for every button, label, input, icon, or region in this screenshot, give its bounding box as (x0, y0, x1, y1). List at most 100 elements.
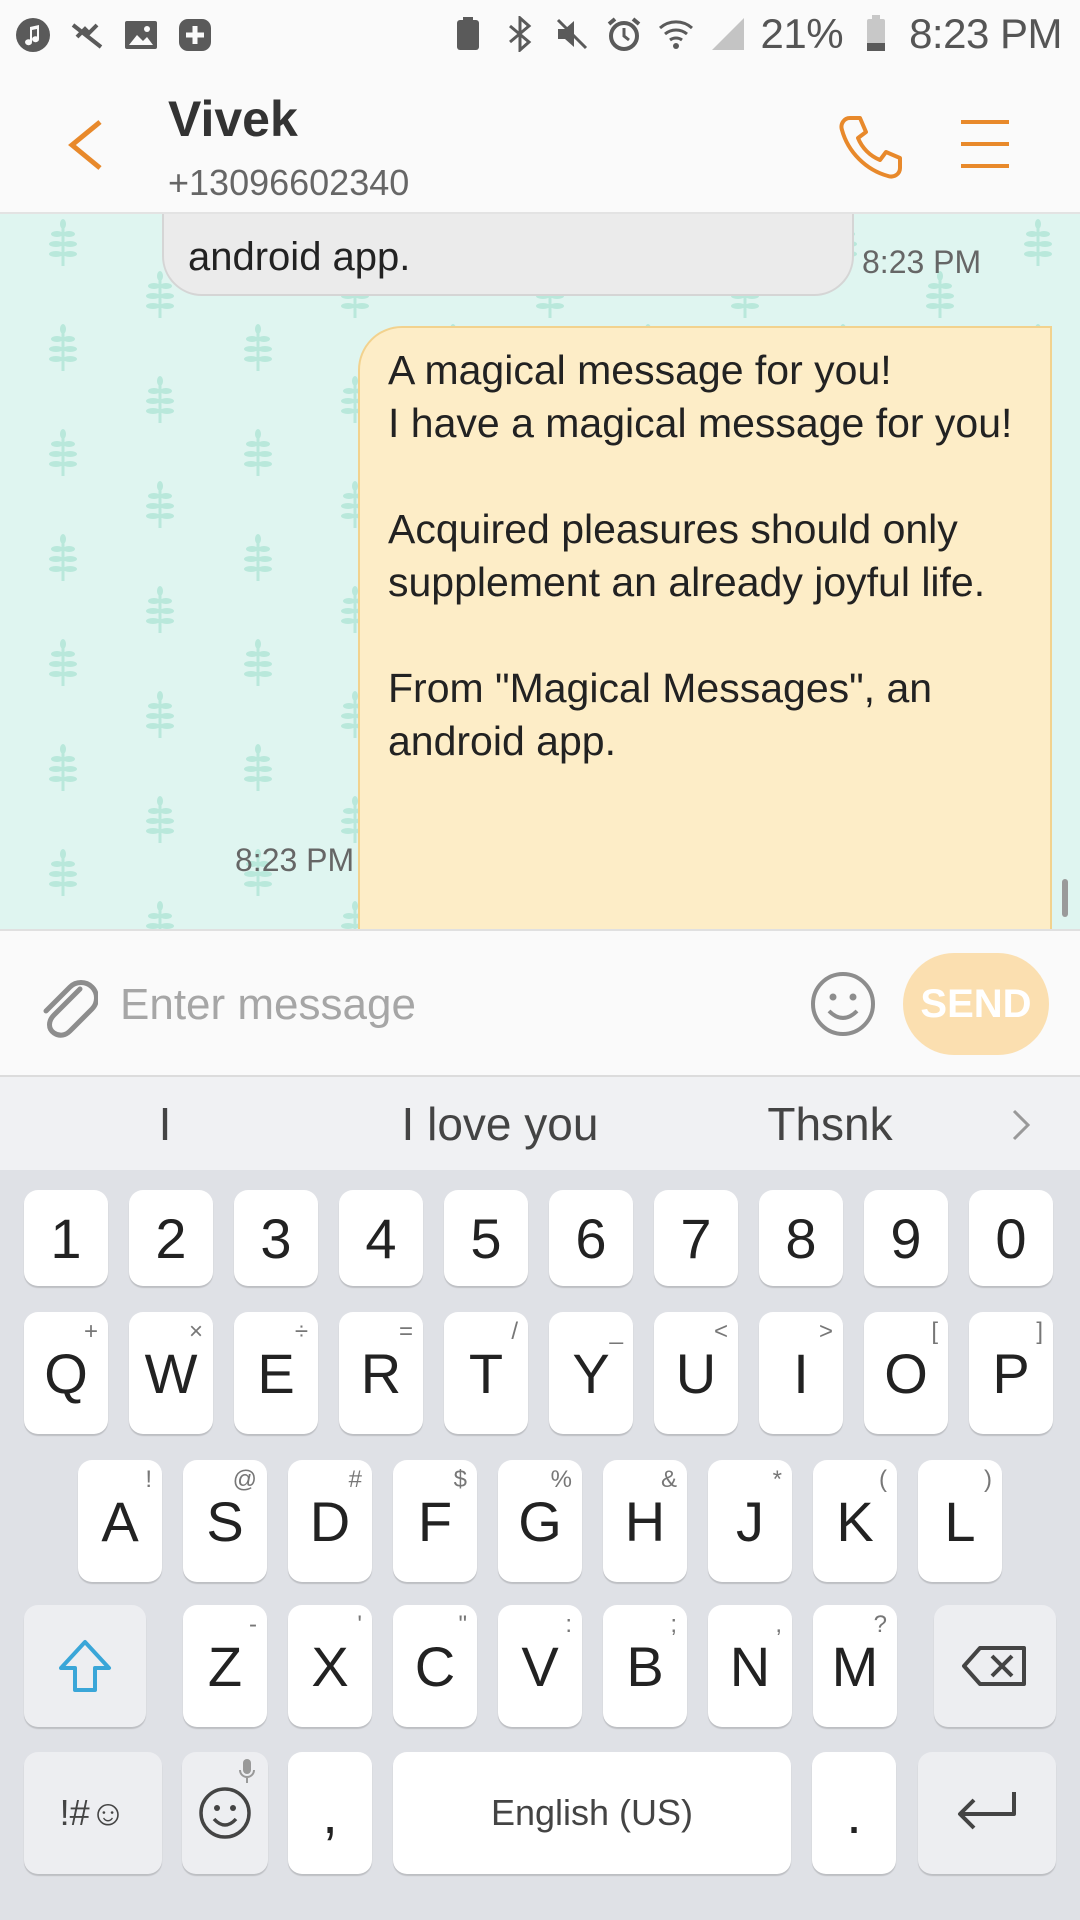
key-g[interactable]: G% (498, 1460, 582, 1582)
suggestion-3[interactable]: Thsnk (730, 1097, 930, 1151)
key-t[interactable]: T / (444, 1312, 528, 1434)
emoji-button[interactable] (808, 969, 878, 1039)
key-h-secondary-label: & (660, 1466, 677, 1493)
comma-key[interactable]: , (288, 1752, 372, 1874)
symbols-key[interactable]: !#☺ (24, 1752, 162, 1874)
key-8[interactable]: 8 (759, 1190, 843, 1286)
send-button[interactable]: SEND (903, 953, 1049, 1055)
sync-off-icon (68, 16, 106, 54)
call-button[interactable] (836, 112, 906, 182)
key-5[interactable]: 5 (444, 1190, 528, 1286)
music-note-icon (14, 16, 52, 54)
key-9[interactable]: 9 (864, 1190, 948, 1286)
key-s[interactable]: S @ (183, 1460, 267, 1582)
shift-key[interactable] (24, 1605, 146, 1727)
outgoing-message-bubble[interactable]: A magical message for you! I have a magi… (358, 326, 1052, 929)
key-2[interactable]: 2 (129, 1190, 213, 1286)
key-y[interactable]: Y _ (549, 1312, 633, 1434)
key-v[interactable]: V: (498, 1605, 582, 1727)
key-u-secondary-label: < (713, 1318, 728, 1345)
smiley-icon (199, 1787, 251, 1839)
key-s-secondary-label: @ (232, 1466, 257, 1493)
image-icon (122, 16, 160, 54)
key-z[interactable]: Z- (183, 1605, 267, 1727)
key-k-secondary-label: ( (879, 1466, 887, 1493)
key-k[interactable]: K( (813, 1460, 897, 1582)
key-i[interactable]: I > (759, 1312, 843, 1434)
microphone-icon (239, 1759, 255, 1783)
key-h[interactable]: H & (603, 1460, 687, 1582)
period-key-label: . (846, 1781, 862, 1845)
key-e[interactable]: E ÷ (234, 1312, 318, 1434)
space-bar[interactable]: English (US) (393, 1752, 791, 1874)
key-o-secondary-label: [ (931, 1318, 938, 1345)
message-line: A magical message for you! (388, 347, 892, 393)
emoji-key[interactable] (182, 1752, 268, 1874)
key-a-label: A (101, 1489, 139, 1553)
key-u-label: U (675, 1341, 717, 1405)
key-m[interactable]: M? (813, 1605, 897, 1727)
incoming-message-bubble[interactable]: android app. (162, 214, 854, 296)
key-f-label: F (417, 1489, 453, 1553)
key-y-label: Y (572, 1341, 610, 1405)
key-6[interactable]: 6 (549, 1190, 633, 1286)
key-4[interactable]: 4 (339, 1190, 423, 1286)
key-d-secondary-label: # (348, 1466, 362, 1493)
battery-saver-icon (449, 15, 487, 53)
key-x-secondary-label: ' (357, 1611, 362, 1638)
key-d[interactable]: D # (288, 1460, 372, 1582)
key-l[interactable]: L) (918, 1460, 1002, 1582)
key-n[interactable]: N, (708, 1605, 792, 1727)
key-r[interactable]: R = (339, 1312, 423, 1434)
message-list[interactable]: android app. 8:23 PM A magical message f… (0, 214, 1080, 929)
battery-percent: 21% (760, 10, 844, 57)
key-k-label: K (836, 1489, 874, 1553)
back-button[interactable] (60, 110, 120, 180)
key-c[interactable]: C " (393, 1605, 477, 1727)
key-1[interactable]: 1 (24, 1190, 108, 1286)
menu-button[interactable] (955, 114, 1015, 174)
key-j-label: J (736, 1489, 764, 1553)
key-x-label: X (311, 1634, 349, 1698)
incoming-message-text: android app. (188, 235, 411, 279)
signal-icon (709, 15, 747, 53)
enter-key[interactable] (918, 1752, 1056, 1874)
plus-circle-icon (176, 16, 214, 54)
compose-bar: SEND (0, 929, 1080, 1075)
key-5-label: 5 (470, 1206, 502, 1270)
key-o[interactable]: O[ (864, 1312, 948, 1434)
suggestion-2[interactable]: I love you (370, 1097, 630, 1151)
key-u[interactable]: U < (654, 1312, 738, 1434)
key-i-label: I (793, 1341, 809, 1405)
key-e-secondary-label: ÷ (294, 1318, 308, 1345)
key-x[interactable]: X ' (288, 1605, 372, 1727)
key-t-label: T (468, 1341, 504, 1405)
outgoing-message-time: 8:23 PM (235, 842, 355, 878)
key-8-label: 8 (785, 1206, 817, 1270)
key-t-secondary-label: / (511, 1318, 518, 1345)
key-a[interactable]: A! (78, 1460, 162, 1582)
key-l-label: L (944, 1489, 976, 1553)
key-f-secondary-label: $ (453, 1466, 467, 1493)
shift-arrow-icon (59, 1640, 111, 1692)
key-b-secondary-label: ; (670, 1611, 677, 1638)
key-7[interactable]: 7 (654, 1190, 738, 1286)
suggestion-1[interactable]: I (150, 1097, 180, 1151)
key-w[interactable]: W × (129, 1312, 213, 1434)
attach-button[interactable] (36, 971, 99, 1041)
key-h-label: H (624, 1489, 666, 1553)
key-j[interactable]: J * (708, 1460, 792, 1582)
key-0[interactable]: 0 (969, 1190, 1053, 1286)
key-p[interactable]: P] (969, 1312, 1053, 1434)
backspace-key[interactable] (934, 1605, 1056, 1727)
scrollbar[interactable] (1062, 879, 1068, 917)
key-q[interactable]: Q + (24, 1312, 108, 1434)
key-f[interactable]: F $ (393, 1460, 477, 1582)
key-b[interactable]: B; (603, 1605, 687, 1727)
more-suggestions-button[interactable] (1006, 1105, 1036, 1145)
message-input[interactable] (120, 967, 780, 1043)
key-v-secondary-label: : (565, 1611, 572, 1638)
key-3[interactable]: 3 (234, 1190, 318, 1286)
hamburger-menu-icon (961, 120, 1009, 168)
period-key[interactable]: . (812, 1752, 896, 1874)
